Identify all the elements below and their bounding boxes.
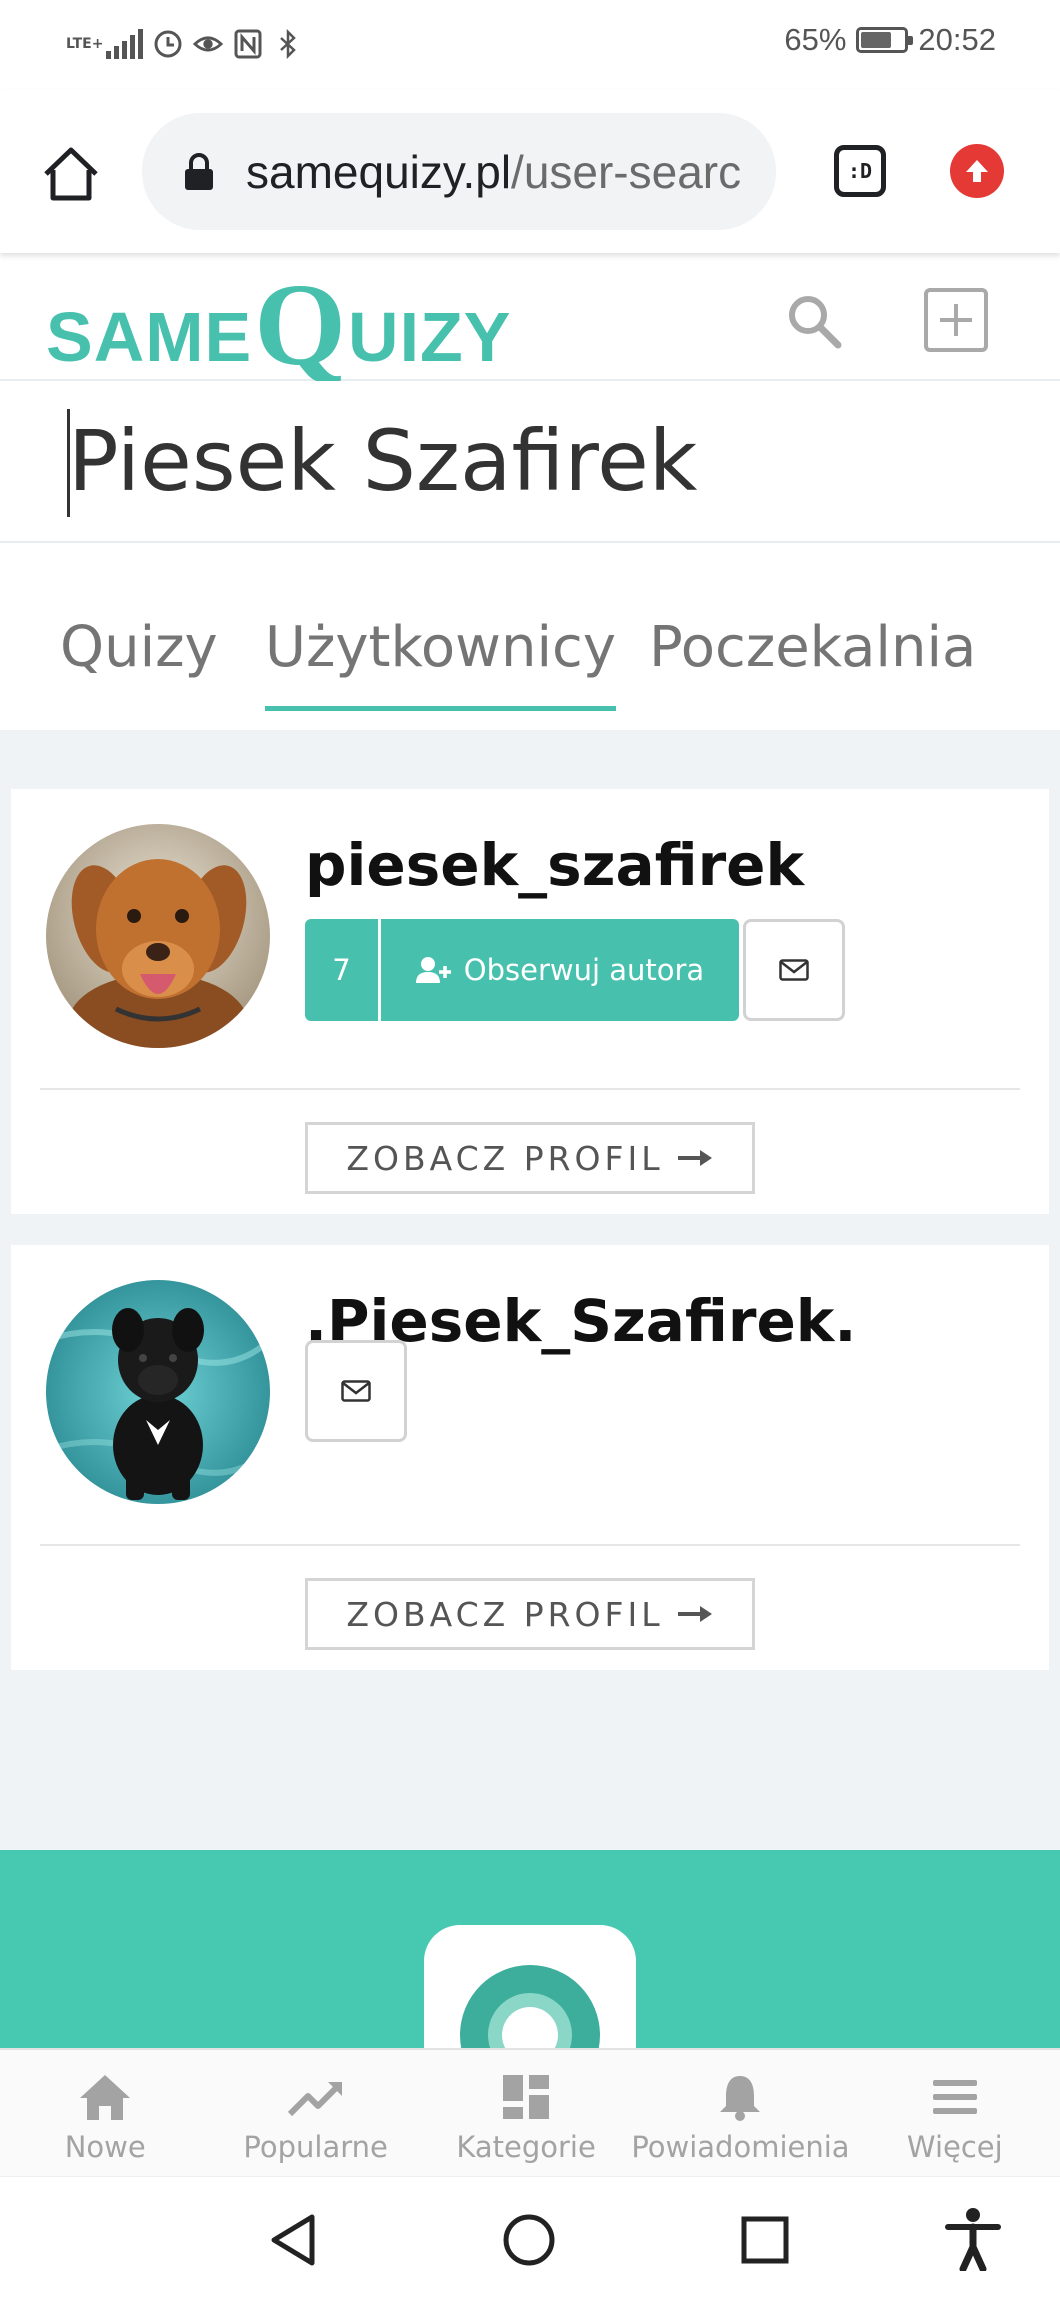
clock: 20:52 [918,22,996,57]
site-header: SAME Q UIZY [0,253,1060,390]
nav-label: Kategorie [456,2130,596,2164]
system-navigation [0,2176,1060,2297]
battery-percent: 65% [784,22,847,57]
browser-toolbar: samequizy.pl/user-searc :D [0,90,1060,253]
home-icon[interactable] [38,142,104,208]
tab-poczekalnia[interactable]: Poczekalnia [649,615,976,680]
card-divider [40,1088,1020,1090]
lock-icon [182,152,216,192]
trending-icon [287,2082,342,2117]
arrow-right-icon [677,1606,712,1622]
back-icon[interactable] [268,2213,318,2267]
nav-kategorie[interactable]: Kategorie [421,2050,631,2176]
nav-wiecej[interactable]: Więcej [850,2050,1060,2176]
logo-same: SAME [46,298,253,376]
footer-logo [424,1925,636,2050]
network-type: LTE+ [66,36,104,52]
logo-q: Q [254,259,347,390]
nfc-icon [233,29,263,59]
nav-label: Więcej [906,2130,1003,2164]
search-bar [0,381,1060,543]
follow-button[interactable]: 7 Obserwuj autora [305,919,739,1021]
follow-label-wrap: Obserwuj autora [381,919,739,1021]
bottom-navigation: Nowe Popularne Kategorie Powiadomienia W… [0,2048,1060,2176]
recents-icon[interactable] [740,2215,790,2265]
view-profile-label: ZOBACZ PROFIL [346,1138,664,1178]
nav-popularne[interactable]: Popularne [210,2050,420,2176]
eye-icon [193,29,223,59]
user-card: piesek_szafirek 7 Obserwuj autora ZOBACZ… [11,789,1049,1214]
message-button[interactable] [305,1340,407,1442]
tab-quizy[interactable]: Quizy [60,615,218,680]
avatar[interactable] [46,824,270,1048]
results-list: piesek_szafirek 7 Obserwuj autora ZOBACZ… [0,730,1060,1850]
avatar[interactable] [46,1280,270,1504]
accessibility-icon[interactable] [944,2207,1002,2271]
home-icon [80,2075,131,2120]
result-tabs: Quizy Użytkownicy Poczekalnia [0,545,1060,730]
site-footer [0,1850,1060,2050]
url-host: samequizy.pl [246,145,512,198]
search-input[interactable] [68,411,1028,511]
signal-icon [106,29,143,59]
status-icons: LTE+ [66,24,303,64]
home-circle-icon[interactable] [502,2213,556,2267]
username[interactable]: piesek_szafirek [305,831,804,899]
data-saver-icon [153,29,183,59]
view-profile-button[interactable]: ZOBACZ PROFIL [305,1578,755,1650]
nav-nowe[interactable]: Nowe [0,2050,210,2176]
user-card: .Piesek_Szafirek. ZOBACZ PROFIL [11,1245,1049,1670]
follower-count: 7 [305,919,381,1021]
site-logo[interactable]: SAME Q UIZY [46,259,512,390]
card-divider [40,1544,1020,1546]
message-button[interactable] [743,919,845,1021]
q-logo-icon [460,1965,600,2050]
arrow-right-icon [677,1150,712,1166]
dashboard-icon [503,2075,550,2119]
envelope-icon [779,959,809,981]
address-bar[interactable]: samequizy.pl/user-searc [142,113,776,230]
status-bar: LTE+ 65% 20:52 [0,0,1060,90]
status-right: 65% 20:52 [784,22,996,58]
view-profile-label: ZOBACZ PROFIL [346,1594,664,1634]
update-icon[interactable] [950,144,1004,198]
add-quiz-icon[interactable] [924,288,988,352]
follow-label: Obserwuj autora [463,953,705,987]
bell-icon [720,2076,761,2121]
nav-label: Nowe [64,2130,146,2164]
tab-uzytkownicy[interactable]: Użytkownicy [265,615,616,711]
url-text: samequizy.pl/user-searc [246,145,741,199]
nav-label: Powiadomienia [631,2130,850,2164]
bluetooth-icon [273,29,303,59]
user-plus-icon [415,957,451,983]
url-path: /user-searc [511,145,742,198]
tab-switcher-button[interactable]: :D [834,145,886,197]
menu-icon [932,2080,977,2114]
battery-icon [856,27,914,53]
view-profile-button[interactable]: ZOBACZ PROFIL [305,1122,755,1194]
nav-powiadomienia[interactable]: Powiadomienia [631,2050,850,2176]
search-icon[interactable] [784,291,844,351]
text-caret [67,409,70,517]
logo-uizy: UIZY [348,298,512,376]
envelope-icon [341,1380,371,1402]
nav-label: Popularne [243,2130,388,2164]
